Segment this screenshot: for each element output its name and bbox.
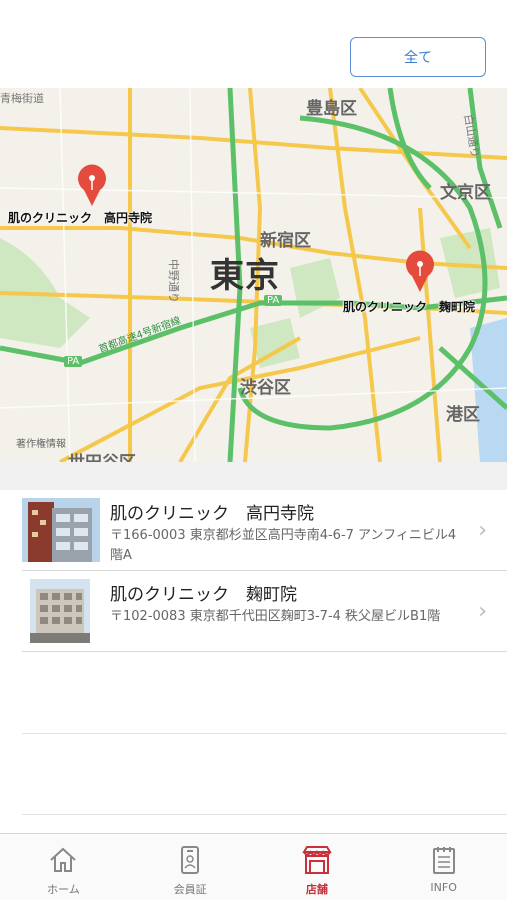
map-pa-badge: PA <box>264 295 283 306</box>
map-pin-koenji[interactable] <box>74 162 110 208</box>
tab-bar: ホーム 会員証 店舗 INFO <box>0 833 507 900</box>
map-pin-icon <box>406 250 434 292</box>
map-street-label: 中野通り <box>167 259 180 303</box>
chevron-right-icon: › <box>478 599 487 624</box>
clinic-address: 〒102-0083 東京都千代田区麹町3-7-4 秩父屋ビルB1階 <box>110 609 441 624</box>
header-bar: 全て <box>0 0 507 88</box>
tab-label: INFO <box>430 881 457 894</box>
list-divider <box>22 733 507 734</box>
map-pin-label: 肌のクリニック 高円寺院 <box>8 211 153 225</box>
clinic-row-koenji[interactable]: 肌のクリニック 高円寺院 〒166-0003 東京都杉並区高円寺南4-6-7 ア… <box>22 490 507 571</box>
clinic-name: 肌のクリニック 高円寺院 <box>110 504 314 524</box>
home-icon <box>50 847 77 872</box>
map-street-label: 青梅街道 <box>0 92 44 105</box>
tab-store[interactable]: 店舗 <box>254 834 381 900</box>
tab-home[interactable]: ホーム <box>0 834 127 900</box>
clinic-name: 肌のクリニック 麹町院 <box>110 585 297 605</box>
map-ward-label: 渋谷区 <box>240 378 291 398</box>
tab-label: 会員証 <box>173 883 207 896</box>
clinic-photo <box>22 498 100 562</box>
map-pin-label: 肌のクリニック 麹町院 <box>343 300 476 314</box>
map-ward-label: 豊島区 <box>306 99 357 119</box>
info-icon <box>432 847 455 874</box>
map-ward-label: 港区 <box>446 405 480 425</box>
map-pa-badge: PA <box>64 356 83 367</box>
clinic-photo <box>30 579 90 643</box>
filter-all-button[interactable]: 全て <box>350 37 486 77</box>
tab-label: 店舗 <box>305 883 328 896</box>
tab-label: ホーム <box>47 883 80 896</box>
map-legal-link[interactable]: 著作権情報 <box>16 435 66 450</box>
map-view[interactable]: 青梅街道 豊島区 白山通り 文京区 新宿区 東京 中野通り 首都高速4号新宿線 … <box>0 88 507 462</box>
store-icon <box>302 846 332 874</box>
map-ward-label: 文京区 <box>440 183 491 203</box>
member-card-icon <box>181 846 200 874</box>
map-pin-icon <box>78 164 106 206</box>
tab-info[interactable]: INFO <box>380 834 507 900</box>
map-city-label: 東京 <box>210 256 280 296</box>
clinic-list: 肌のクリニック 高円寺院 〒166-0003 東京都杉並区高円寺南4-6-7 ア… <box>22 490 507 652</box>
map-pin-kojimachi[interactable] <box>402 248 438 294</box>
list-divider <box>22 814 507 815</box>
map-ward-label: 世田谷区 <box>68 448 136 462</box>
tab-member-card[interactable]: 会員証 <box>127 834 254 900</box>
section-gap <box>0 462 507 490</box>
clinic-address: 〒166-0003 東京都杉並区高円寺南4-6-7 アンフィニビル4階A <box>110 528 457 563</box>
clinic-row-kojimachi[interactable]: 肌のクリニック 麹町院 〒102-0083 東京都千代田区麹町3-7-4 秩父屋… <box>22 571 507 652</box>
chevron-right-icon: › <box>478 518 487 543</box>
